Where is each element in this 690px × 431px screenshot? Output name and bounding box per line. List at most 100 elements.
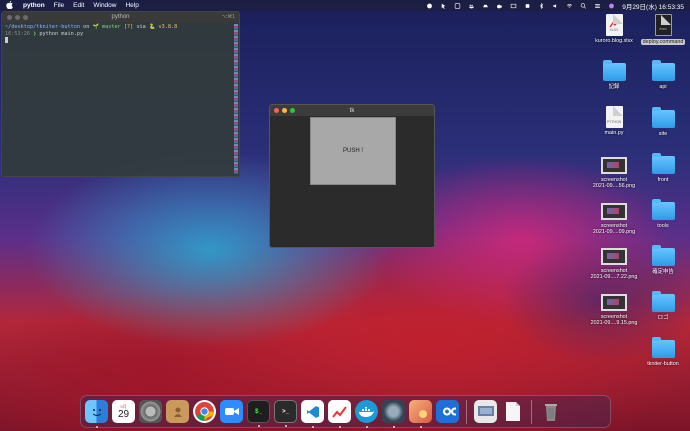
desktop-icon-label: screenshot 2021-09....7.22.png xyxy=(590,268,638,281)
downloads-stack-icon[interactable] xyxy=(474,400,497,423)
running-indicator xyxy=(419,426,422,428)
terminal-icon[interactable]: >_ xyxy=(274,400,297,427)
desktop-screenshot-1[interactable]: screenshot 2021-09....56.png xyxy=(589,157,639,190)
desktop-icon-label: front xyxy=(657,177,669,183)
stamp-icon[interactable] xyxy=(454,2,461,9)
prompt-path: ~/desktop/tkniter-button xyxy=(5,24,80,30)
desktop-folder-tools[interactable]: tools xyxy=(638,199,688,229)
menu-bar: python File Edit Window Help 9月29日(水) 16… xyxy=(0,0,690,11)
calendar-icon[interactable]: 9月 29 xyxy=(112,400,135,423)
prompt-on: on xyxy=(83,24,90,30)
hat-icon[interactable] xyxy=(482,3,489,9)
cursor-app-icon[interactable] xyxy=(440,3,447,9)
dock-separator xyxy=(531,399,532,424)
terminal-green-icon[interactable]: $_ xyxy=(247,400,270,427)
desktop-folder-api[interactable]: api xyxy=(638,60,688,90)
terminal-cursor xyxy=(5,37,8,43)
terminal-titlebar[interactable]: python ⌥⌘1 xyxy=(2,12,239,22)
desktop-folder-kakutei[interactable]: 確定申告 xyxy=(638,245,688,275)
desktop-icon-label: api xyxy=(659,84,667,90)
running-indicator xyxy=(392,426,395,428)
desktop-icon-label: screenshot 2021-09....56.png xyxy=(592,177,636,190)
folder-icon xyxy=(651,153,675,174)
folder-icon xyxy=(651,291,675,312)
trash-icon[interactable] xyxy=(539,400,562,423)
docker-icon[interactable] xyxy=(355,400,378,428)
bluetooth-icon[interactable] xyxy=(538,2,545,9)
zoom-icon[interactable] xyxy=(220,400,243,423)
quicktime-icon[interactable] xyxy=(382,400,405,428)
box-icon[interactable] xyxy=(510,3,517,9)
search-icon[interactable] xyxy=(580,2,587,9)
system-preferences-icon[interactable] xyxy=(139,400,162,423)
desktop-icon-label: screenshot 2021-09....9.15.png xyxy=(590,314,638,327)
control-center-icon[interactable] xyxy=(594,3,601,9)
push-button-label: PUSH ! xyxy=(342,147,363,154)
push-button[interactable]: PUSH ! xyxy=(310,117,396,185)
terminal-title: python xyxy=(111,14,130,20)
prompt-branch: master xyxy=(102,24,121,30)
folder-icon xyxy=(651,245,675,266)
running-indicator xyxy=(311,426,314,428)
desktop-folder-kiroku[interactable]: 記録 xyxy=(589,60,639,90)
terminal-scrollbar[interactable] xyxy=(234,24,238,174)
tk-title: tk xyxy=(349,107,355,114)
folder-icon xyxy=(651,60,675,81)
document-stack-icon[interactable] xyxy=(501,400,524,423)
desktop-icon-label: 確定申告 xyxy=(652,269,674,275)
finder-icon[interactable] xyxy=(85,400,108,428)
prompt-time: 16:53:26 xyxy=(5,30,30,37)
desktop-screenshot-4[interactable]: screenshot 2021-09....9.15.png xyxy=(589,294,639,327)
desktop-screenshot-2[interactable]: screenshot 2021-09....09.png xyxy=(589,203,639,236)
desktop-icon-label: main.py xyxy=(604,130,624,136)
status-area: 9月29日(水) 16:53:35 xyxy=(426,1,684,11)
apple-icon[interactable] xyxy=(6,0,15,11)
cloud-icon[interactable] xyxy=(496,3,503,9)
docker-menu-icon[interactable] xyxy=(468,3,475,9)
prompt-symbol: ❯ xyxy=(33,30,37,37)
desktop-folder-logo[interactable]: ロゴ xyxy=(638,291,688,321)
preview-icon[interactable] xyxy=(409,400,432,428)
tk-titlebar[interactable]: tk xyxy=(270,105,434,116)
graph-app-icon[interactable] xyxy=(328,400,351,428)
desktop-folder-tkniter-button[interactable]: tkniter-button xyxy=(638,337,688,367)
desktop-file-deploy[interactable]: exec deploy.command xyxy=(638,14,688,46)
screenshot-thumbnail-icon xyxy=(601,248,627,265)
desktop-folder-front[interactable]: front xyxy=(638,153,688,183)
desktop-file-main-py[interactable]: PYTHON main.py xyxy=(589,106,639,136)
command-file-icon: exec xyxy=(654,14,672,36)
desktop-icon-label: screenshot 2021-09....09.png xyxy=(592,223,636,236)
square-icon[interactable] xyxy=(524,3,531,9)
xlsx-file-icon: XLSX xyxy=(605,14,623,36)
tk-window[interactable]: tk PUSH ! xyxy=(269,104,435,248)
screenshot-thumbnail-icon xyxy=(601,294,627,311)
menu-extra-icon[interactable] xyxy=(426,3,433,9)
prompt-command: python main.py xyxy=(39,30,84,37)
folder-icon xyxy=(651,199,675,220)
branch-icon: 🌱 xyxy=(92,24,99,30)
menu-edit[interactable]: Edit xyxy=(73,2,84,9)
prompt-via: via xyxy=(136,24,146,30)
menu-file[interactable]: File xyxy=(54,2,64,9)
menu-clock[interactable]: 9月29日(水) 16:53:35 xyxy=(622,1,684,11)
terminal-shortcut: ⌥⌘1 xyxy=(221,14,235,20)
wifi-icon[interactable] xyxy=(566,3,573,9)
desktop-icon-label: kuroro.blog.xlsx xyxy=(595,38,633,44)
terminal-window[interactable]: python ⌥⌘1 ~/desktop/tkniter-button on 🌱… xyxy=(1,11,240,177)
vscode-icon[interactable] xyxy=(301,400,324,428)
screenshot-thumbnail-icon xyxy=(601,157,627,174)
folder-icon xyxy=(651,107,675,128)
desktop-file-xlsx[interactable]: XLSX kuroro.blog.xlsx xyxy=(589,14,639,44)
desktop-screenshot-3[interactable]: screenshot 2021-09....7.22.png xyxy=(589,248,639,281)
desktop-folder-site[interactable]: site xyxy=(638,107,688,137)
chrome-icon[interactable] xyxy=(193,400,216,423)
desktop-icon-label: 記録 xyxy=(608,84,620,90)
siri-icon[interactable] xyxy=(608,3,615,9)
contacts-icon[interactable] xyxy=(166,400,189,423)
menu-app-name[interactable]: python xyxy=(23,2,45,9)
menu-window[interactable]: Window xyxy=(93,2,116,9)
menu-help[interactable]: Help xyxy=(125,2,138,9)
volume-icon[interactable] xyxy=(552,3,559,9)
infinity-app-icon[interactable] xyxy=(436,400,459,423)
terminal-output[interactable]: ~/desktop/tkniter-button on 🌱 master [?]… xyxy=(2,22,239,46)
